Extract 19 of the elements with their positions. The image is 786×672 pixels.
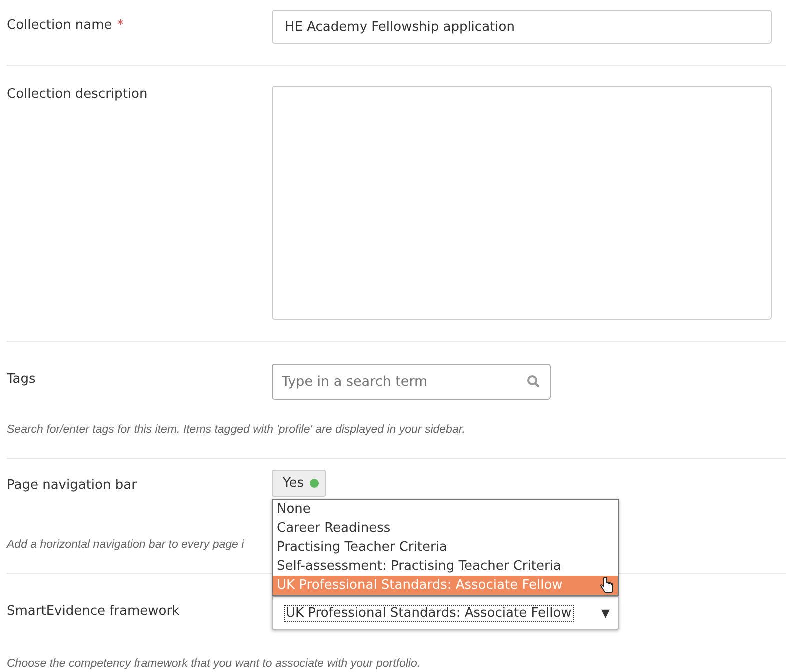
dropdown-option[interactable]: Career Readiness [273, 519, 618, 538]
text-area[interactable] [272, 86, 772, 320]
required-mark: * [117, 18, 124, 33]
toggle-switch[interactable]: Yes [272, 470, 326, 497]
help-text: Choose the competency framework that you want to associate with your portfolio. [7, 658, 421, 670]
help-text: Search for/enter tags for this item. Items tagged with 'profile' are displayed in your sidebar. [7, 424, 466, 436]
field-label: Collection name [7, 18, 112, 33]
field-label: Collection description [7, 87, 148, 102]
search-icon [527, 375, 540, 388]
help-text: Add a horizontal navigation bar to every page i [7, 539, 244, 551]
search-field[interactable]: Type in a search term [272, 364, 551, 400]
dropdown-option[interactable]: Self-assessment: Practising Teacher Criteria [273, 557, 618, 576]
field-label: SmartEvidence framework [7, 604, 180, 619]
field-label: Page navigation bar [7, 478, 137, 493]
field-label: Tags [7, 372, 36, 387]
dropdown-option[interactable]: Practising Teacher Criteria [273, 538, 618, 557]
select-dropdown[interactable]: UK Professional Standards: Associate Fellow ▼ [272, 596, 619, 630]
dropdown-option[interactable]: None [273, 500, 618, 519]
input-field[interactable]: HE Academy Fellowship application [272, 10, 772, 44]
